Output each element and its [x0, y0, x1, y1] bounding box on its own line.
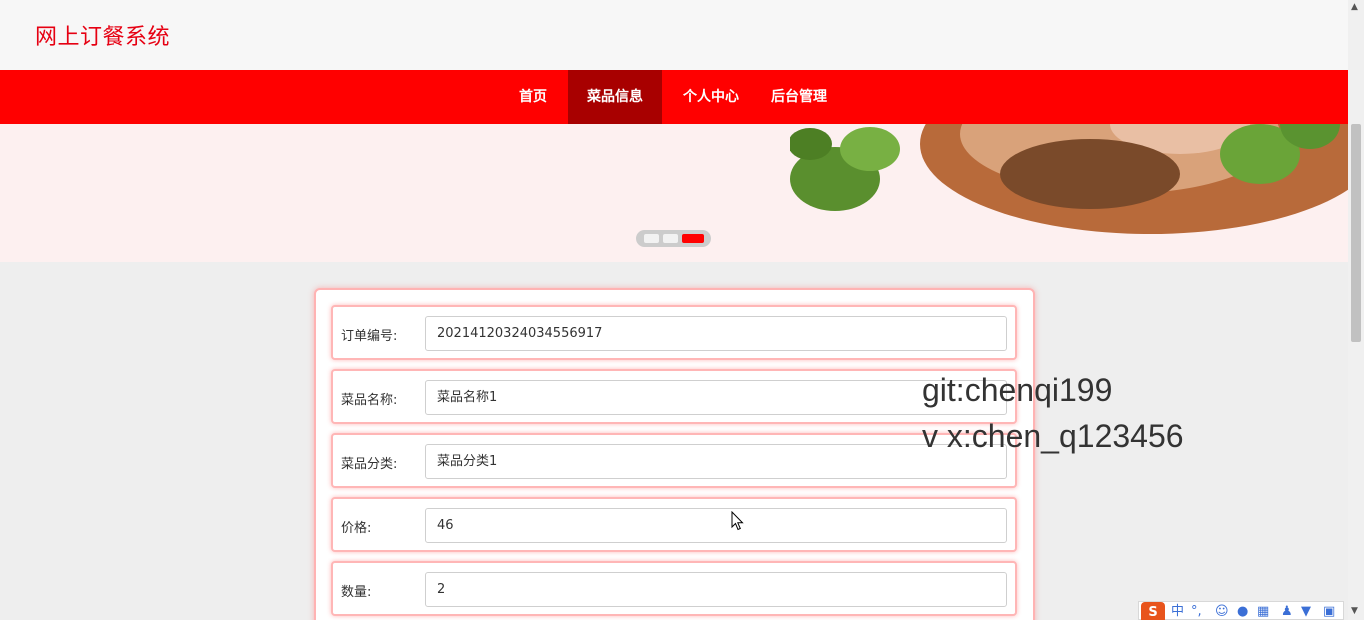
- nav-item-dishes[interactable]: 菜品信息: [568, 70, 662, 124]
- scroll-up-icon[interactable]: ▲: [1351, 2, 1358, 12]
- top-header: 网上订餐系统: [0, 0, 1348, 70]
- grid-menu-icon[interactable]: ▣: [1323, 602, 1335, 620]
- food-image: [790, 124, 1348, 234]
- carousel-indicator: [636, 230, 711, 247]
- keyboard-icon[interactable]: ▦: [1257, 602, 1269, 620]
- skin-icon[interactable]: ▼: [1301, 602, 1311, 620]
- watermark-line-2: v x:chen_q123456: [922, 418, 1184, 454]
- form-row-price: 价格: 46: [331, 497, 1017, 552]
- form-row-dish-name: 菜品名称: 菜品名称1: [331, 369, 1017, 424]
- dish-category-label: 菜品分类:: [341, 457, 398, 472]
- ime-mode-toggle[interactable]: 中: [1171, 602, 1184, 620]
- carousel-dot-2[interactable]: [663, 234, 678, 243]
- carousel-dot-1[interactable]: [644, 234, 659, 243]
- microphone-icon[interactable]: ●: [1237, 602, 1248, 620]
- form-row-order-number: 订单编号: 20214120324034556917: [331, 305, 1017, 360]
- site-title[interactable]: 网上订餐系统: [35, 19, 170, 51]
- price-field[interactable]: 46: [425, 508, 1007, 543]
- ime-punct-toggle[interactable]: °,: [1191, 602, 1202, 620]
- emoji-icon[interactable]: ☺: [1215, 602, 1229, 620]
- order-number-field[interactable]: 20214120324034556917: [425, 316, 1007, 351]
- form-row-quantity: 数量: 2: [331, 561, 1017, 616]
- mouse-cursor-icon: [731, 511, 744, 531]
- dish-category-field[interactable]: 菜品分类1: [425, 444, 1007, 479]
- price-label: 价格:: [341, 521, 372, 536]
- ime-toolbar: S 中 °, ☺ ● ▦ ♟ ▼ ▣: [1138, 601, 1344, 620]
- sogou-logo-icon[interactable]: S: [1141, 602, 1165, 620]
- watermark-line-1: git:chenqi199: [922, 372, 1113, 408]
- vertical-scrollbar[interactable]: ▲ ▼: [1348, 0, 1364, 620]
- scroll-down-icon[interactable]: ▼: [1351, 606, 1358, 616]
- banner-carousel: [0, 124, 1348, 262]
- scroll-thumb[interactable]: [1351, 124, 1361, 342]
- form-row-dish-category: 菜品分类: 菜品分类1: [331, 433, 1017, 488]
- user-icon[interactable]: ♟: [1281, 602, 1293, 620]
- order-number-label: 订单编号:: [341, 329, 398, 344]
- quantity-field[interactable]: 2: [425, 572, 1007, 607]
- dish-name-field[interactable]: 菜品名称1: [425, 380, 1007, 415]
- quantity-label: 数量:: [341, 585, 372, 600]
- nav-item-home[interactable]: 首页: [500, 70, 566, 124]
- carousel-dot-3[interactable]: [682, 234, 704, 243]
- dish-name-label: 菜品名称:: [341, 393, 398, 408]
- nav-item-profile[interactable]: 个人中心: [670, 70, 752, 124]
- nav-item-admin[interactable]: 后台管理: [760, 70, 838, 124]
- main-nav: 首页 菜品信息 个人中心 后台管理: [0, 70, 1348, 124]
